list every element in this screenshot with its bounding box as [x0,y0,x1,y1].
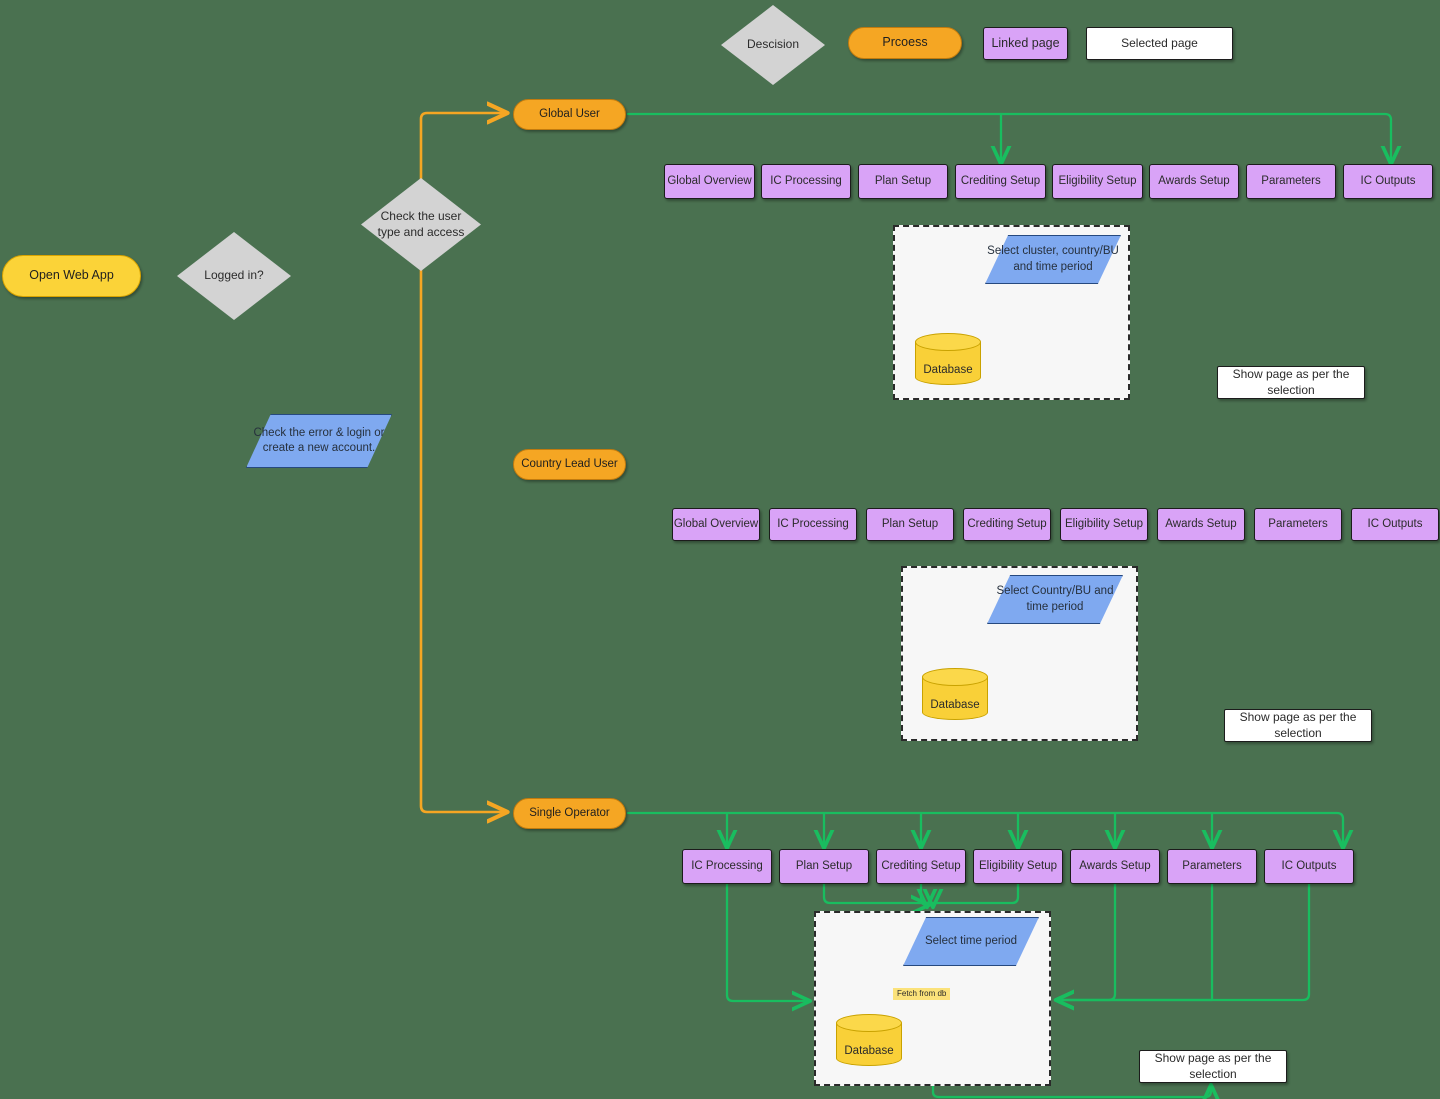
page-label: IC Processing [691,859,763,872]
page-label: Plan Setup [874,174,932,187]
selector-label: Select time period [924,934,1018,947]
fetch-from-db-edge-label: Fetch from db [893,988,951,1000]
page-single-operator-awards-setup[interactable]: Awards Setup [1070,849,1160,884]
page-label: IC Outputs [1281,859,1337,872]
page-label: Parameters [1182,859,1242,872]
node-country-lead-database: Database [922,668,988,720]
selector-label: Select Country/BU and time period [996,585,1114,613]
legend-selected-page-label: Selected page [1121,35,1198,50]
page-country-lead-ic-outputs[interactable]: IC Outputs [1351,508,1439,541]
legend-decision-label: Descision [746,37,800,52]
country-lead-user-label: Country Lead User [521,458,618,471]
page-label: Global Overview [673,517,759,530]
node-error-note: Check the error & login or create a new … [246,414,392,468]
page-single-operator-eligibility-setup[interactable]: Eligibility Setup [973,849,1063,884]
node-global-user-database: Database [915,333,981,385]
page-label: Eligibility Setup [979,859,1057,872]
page-country-lead-ic-processing[interactable]: IC Processing [769,508,857,541]
page-country-lead-global-overview[interactable]: Global Overview [672,508,760,541]
node-global-user[interactable]: Global User [513,99,626,130]
node-check-user-type-decision[interactable]: Check the user type and access [361,178,481,271]
node-country-lead-output: Show page as per the selection [1224,709,1372,742]
page-label: Awards Setup [1165,517,1237,530]
legend-selected-page-shape: Selected page [1086,27,1233,60]
database-top [922,668,988,686]
page-label: IC Outputs [1360,174,1416,187]
page-label: IC Processing [770,174,842,187]
database-label: Database [844,1045,894,1057]
page-label: Awards Setup [1079,859,1151,872]
legend-process-shape: Prcoess [848,27,962,59]
node-country-lead-user[interactable]: Country Lead User [513,449,626,480]
page-label: Parameters [1261,174,1321,187]
page-global-user-ic-processing[interactable]: IC Processing [761,164,851,199]
page-global-user-crediting-setup[interactable]: Crediting Setup [955,164,1046,199]
legend-linked-page-label: Linked page [991,36,1060,50]
node-open-web-app[interactable]: Open Web App [2,255,141,297]
database-top [915,333,981,351]
page-label: Parameters [1268,517,1328,530]
node-single-operator-selector[interactable]: Select time period [903,917,1039,966]
page-global-user-eligibility-setup[interactable]: Eligibility Setup [1052,164,1143,199]
page-global-user-parameters[interactable]: Parameters [1246,164,1336,199]
legend-linked-page-shape: Linked page [983,27,1068,60]
database-top [836,1014,902,1032]
page-single-operator-ic-outputs[interactable]: IC Outputs [1264,849,1354,884]
page-label: Crediting Setup [881,859,961,872]
page-country-lead-crediting-setup[interactable]: Crediting Setup [963,508,1051,541]
global-user-label: Global User [539,108,600,121]
flowchart-canvas: Descision Prcoess Linked page Selected p… [0,0,1440,1099]
page-global-user-global-overview[interactable]: Global Overview [664,164,755,199]
output-label: Show page as per the selection [1232,366,1350,397]
logged-in-label: Logged in? [204,268,264,283]
node-single-operator-database: Database [836,1014,902,1066]
node-logged-in-decision[interactable]: Logged in? [177,232,291,320]
page-label: Crediting Setup [967,517,1047,530]
legend-process-label: Prcoess [882,35,928,50]
page-label: Eligibility Setup [1065,517,1143,530]
node-country-lead-selector[interactable]: Select Country/BU and time period [987,575,1123,624]
page-label: Crediting Setup [960,174,1041,187]
page-single-operator-parameters[interactable]: Parameters [1167,849,1257,884]
selector-label: Select cluster, country/BU and time peri… [987,245,1119,273]
page-label: IC Processing [777,517,849,530]
page-label: Global Overview [667,174,752,187]
error-note-label: Check the error & login or create a new … [253,426,385,454]
database-label: Database [930,699,980,711]
page-country-lead-plan-setup[interactable]: Plan Setup [866,508,954,541]
page-global-user-ic-outputs[interactable]: IC Outputs [1343,164,1433,199]
page-country-lead-awards-setup[interactable]: Awards Setup [1157,508,1245,541]
node-global-user-selector[interactable]: Select cluster, country/BU and time peri… [985,235,1121,284]
page-label: Awards Setup [1158,174,1230,187]
node-global-user-output: Show page as per the selection [1217,366,1365,399]
page-label: IC Outputs [1367,517,1423,530]
page-single-operator-ic-processing[interactable]: IC Processing [682,849,772,884]
database-label: Database [923,364,973,376]
check-user-type-label: Check the user type and access [377,208,465,239]
page-label: Plan Setup [795,859,853,872]
page-country-lead-eligibility-setup[interactable]: Eligibility Setup [1060,508,1148,541]
legend-decision-shape: Descision [721,5,825,85]
page-single-operator-crediting-setup[interactable]: Crediting Setup [876,849,966,884]
page-single-operator-plan-setup[interactable]: Plan Setup [779,849,869,884]
node-single-operator[interactable]: Single Operator [513,798,626,829]
single-operator-label: Single Operator [529,807,610,820]
page-global-user-awards-setup[interactable]: Awards Setup [1149,164,1239,199]
page-label: Plan Setup [881,517,939,530]
node-single-operator-output: Show page as per the selection [1139,1050,1287,1083]
page-country-lead-parameters[interactable]: Parameters [1254,508,1342,541]
output-label: Show page as per the selection [1154,1050,1272,1081]
page-label: Eligibility Setup [1058,174,1137,187]
open-web-app-label: Open Web App [29,268,114,283]
page-global-user-plan-setup[interactable]: Plan Setup [858,164,948,199]
output-label: Show page as per the selection [1239,709,1357,740]
